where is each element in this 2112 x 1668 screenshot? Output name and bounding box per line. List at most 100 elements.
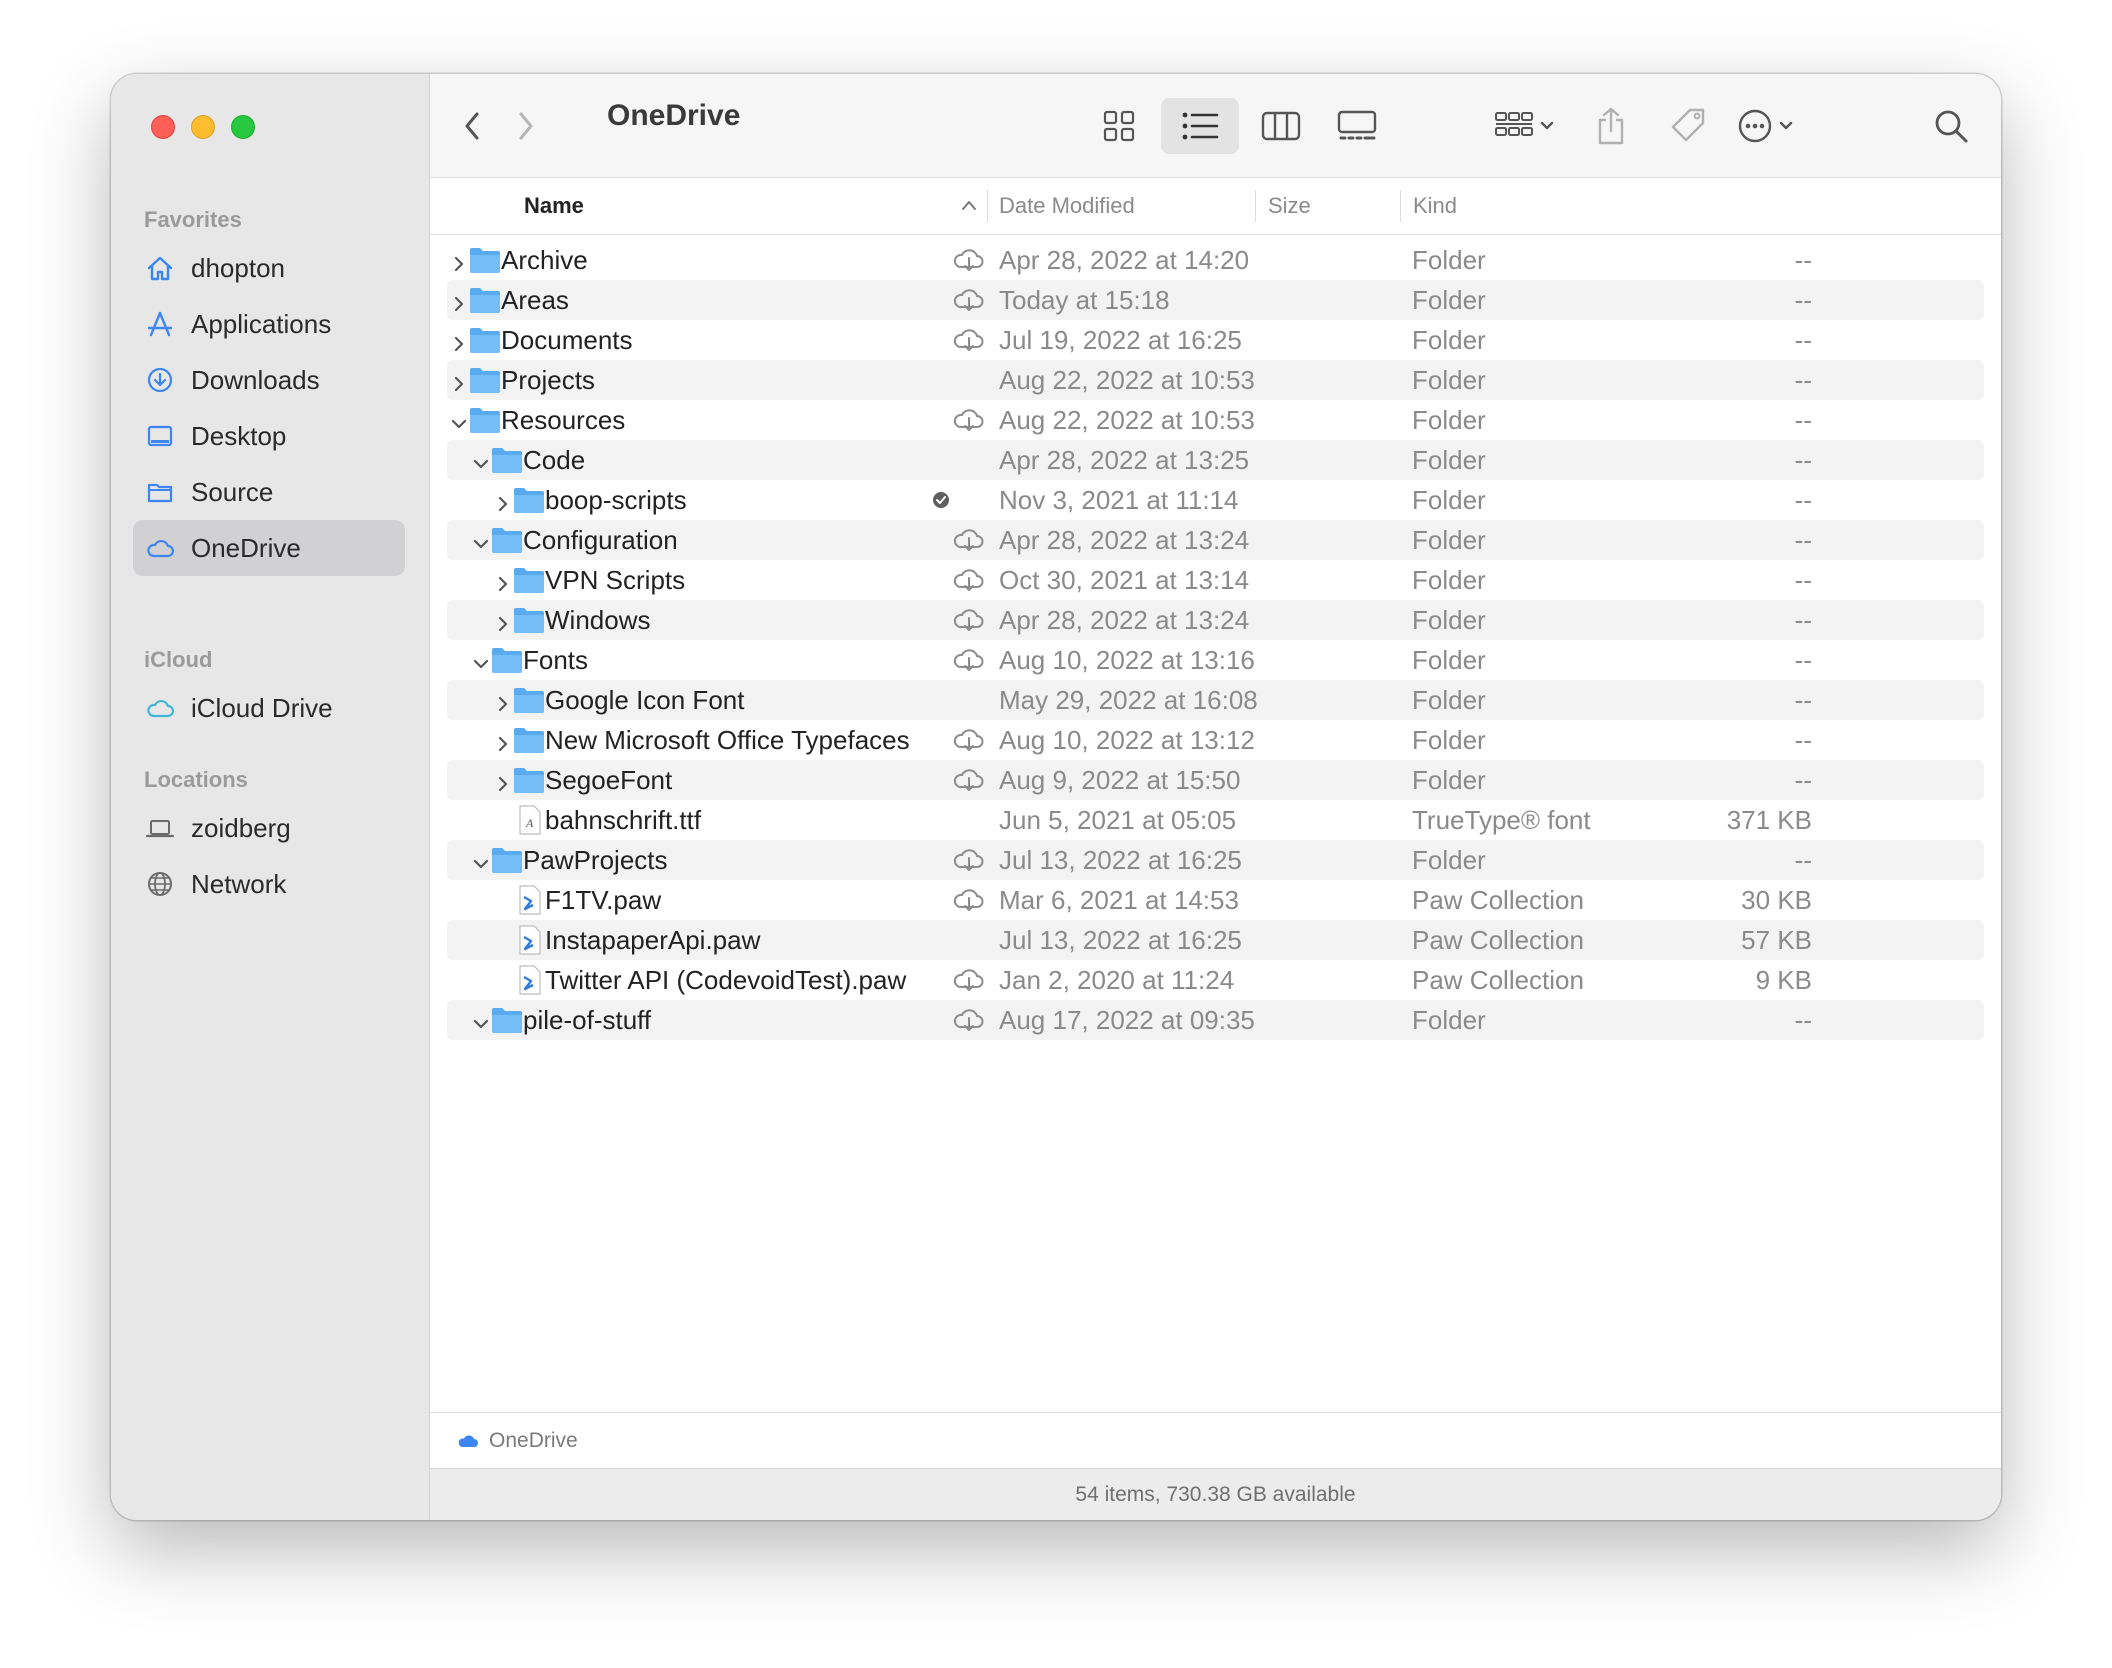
cloud-download-icon[interactable] xyxy=(952,647,986,673)
folder-icon xyxy=(513,565,545,595)
cloud-download-icon[interactable] xyxy=(952,327,986,353)
cloud-download-icon[interactable] xyxy=(952,1047,986,1048)
cloud-download-icon[interactable] xyxy=(952,407,986,433)
file-name: Projects xyxy=(501,365,595,395)
disclosure-closed-icon[interactable] xyxy=(449,370,469,392)
forward-button[interactable] xyxy=(510,106,540,146)
sidebar-item-icloud-drive[interactable]: iCloud Drive xyxy=(133,680,405,736)
folder-row[interactable]: VPN Scripts Oct 30, 2021 at 13:14 -- Folder xyxy=(447,560,1984,600)
cloud-download-icon[interactable] xyxy=(952,727,986,753)
cloud-download-icon[interactable] xyxy=(952,1007,986,1033)
file-kind: Paw Collection xyxy=(1412,965,1584,995)
column-separator[interactable] xyxy=(987,190,988,222)
sidebar-item-network[interactable]: Network xyxy=(133,856,405,912)
file-row[interactable]: InstapaperApi.paw Jul 13, 2022 at 16:25 57… xyxy=(447,920,1984,960)
list-view-icon xyxy=(1182,112,1219,140)
folder-row[interactable]: Google Icon Font May 29, 2022 at 16:08 -- F… xyxy=(447,680,1984,720)
folder-row[interactable]: Projects Aug 22, 2022 at 10:53 -- Folder xyxy=(447,360,1984,400)
more-actions-button[interactable] xyxy=(1730,102,1804,150)
gallery-view-icon xyxy=(1337,110,1377,140)
icon-view-button[interactable] xyxy=(1091,102,1147,150)
column-view-button[interactable] xyxy=(1253,102,1309,150)
file-row[interactable]: Abahnschrift.ttf Jun 5, 2021 at 05:05 371 … xyxy=(447,800,1984,840)
cloud-download-icon[interactable] xyxy=(952,527,986,553)
folder-row[interactable]: PawProjects Jul 13, 2022 at 16:25 -- Folder xyxy=(447,840,1984,880)
sidebar-item-desktop[interactable]: Desktop xyxy=(133,408,405,464)
tags-button[interactable] xyxy=(1664,100,1712,152)
cloud-download-icon[interactable] xyxy=(952,247,986,273)
date-modified: Aug 17, 2022 at 09:35 xyxy=(999,1005,1255,1035)
folder-row[interactable]: pile-of-stuff Aug 17, 2022 at 09:35 -- Fold… xyxy=(447,1000,1984,1040)
sidebar-item-label: Desktop xyxy=(191,420,287,451)
zoom-window-button[interactable] xyxy=(231,115,255,139)
date-modified: Apr 28, 2022 at 13:25 xyxy=(999,445,1250,475)
disclosure-open-icon[interactable] xyxy=(471,450,491,470)
column-separator[interactable] xyxy=(1255,190,1256,222)
search-button[interactable] xyxy=(1929,104,1973,148)
folder-row[interactable]: Areas Today at 15:18 -- Folder xyxy=(447,280,1984,320)
folder-row[interactable]: Archive Apr 28, 2022 at 14:20 -- Folder xyxy=(447,240,1984,280)
folder-icon xyxy=(469,285,501,315)
disclosure-closed-icon[interactable] xyxy=(449,290,469,312)
folder-row[interactable]: Fonts Aug 10, 2022 at 13:16 -- Folder xyxy=(447,640,1984,680)
folder-row[interactable]: Resources Aug 22, 2022 at 10:53 -- Folder xyxy=(447,400,1984,440)
window-title: OneDrive xyxy=(607,99,741,132)
disclosure-open-icon[interactable] xyxy=(471,530,491,550)
cloud-download-icon[interactable] xyxy=(952,887,986,913)
disclosure-closed-icon[interactable] xyxy=(493,770,513,792)
folder-row[interactable]: Documents Jul 19, 2022 at 16:25 -- Folder xyxy=(447,320,1984,360)
folder-row[interactable]: Windows Apr 28, 2022 at 13:24 -- Folder xyxy=(447,600,1984,640)
disclosure-closed-icon[interactable] xyxy=(449,250,469,272)
cloud-download-icon[interactable] xyxy=(952,567,986,593)
disclosure-closed-icon[interactable] xyxy=(493,690,513,712)
disclosure-open-icon[interactable] xyxy=(449,410,469,430)
disclosure-closed-icon[interactable] xyxy=(449,330,469,352)
file-size: -- xyxy=(1794,525,1812,555)
cloud-download-icon[interactable] xyxy=(952,607,986,633)
column-header-size[interactable]: Size xyxy=(1268,178,1311,234)
file-row[interactable]: Twitter API (CodevoidTest).paw Jan 2, 202… xyxy=(447,960,1984,1000)
file-row[interactable]: Danger Zone Seattle Stolen Plane.mp4Aug … xyxy=(447,1040,1984,1048)
folder-row[interactable]: Code Apr 28, 2022 at 13:25 -- Folder xyxy=(447,440,1984,480)
folder-row[interactable]: boop-scripts Nov 3, 2021 at 11:14 -- Folder xyxy=(447,480,1984,520)
disclosure-open-icon[interactable] xyxy=(471,650,491,670)
share-button[interactable] xyxy=(1590,100,1632,152)
list-view-button[interactable] xyxy=(1161,98,1239,154)
sidebar-item-source[interactable]: Source xyxy=(133,464,405,520)
cloud-download-icon[interactable] xyxy=(952,767,986,793)
disclosure-closed-icon[interactable] xyxy=(493,570,513,592)
minimize-window-button[interactable] xyxy=(191,115,215,139)
gallery-view-button[interactable] xyxy=(1327,102,1387,150)
folder-row[interactable]: New Microsoft Office Typefaces Aug 10, 20… xyxy=(447,720,1984,760)
disclosure-closed-icon[interactable] xyxy=(493,730,513,752)
folder-row[interactable]: Configuration Apr 28, 2022 at 13:24 -- Fold… xyxy=(447,520,1984,560)
sidebar-item-applications[interactable]: Applications xyxy=(133,296,405,352)
column-separator[interactable] xyxy=(1400,190,1401,222)
file-row[interactable]: F1TV.paw Mar 6, 2021 at 14:53 30 KB Paw Col… xyxy=(447,880,1984,920)
sidebar-item-downloads[interactable]: Downloads xyxy=(133,352,405,408)
folder-row[interactable]: SegoeFont Aug 9, 2022 at 15:50 -- Folder xyxy=(447,760,1984,800)
disclosure-closed-icon[interactable] xyxy=(493,610,513,632)
close-window-button[interactable] xyxy=(151,115,175,139)
column-header-date[interactable]: Date Modified xyxy=(999,178,1135,234)
sidebar-item-onedrive[interactable]: OneDrive xyxy=(133,520,405,576)
back-button[interactable] xyxy=(458,106,488,146)
cloud-download-icon[interactable] xyxy=(952,287,986,313)
disclosure-open-icon[interactable] xyxy=(471,850,491,870)
column-header-name[interactable]: Name xyxy=(524,178,584,234)
disclosure-closed-icon[interactable] xyxy=(493,490,513,512)
group-by-button[interactable] xyxy=(1486,102,1564,150)
file-size: -- xyxy=(1794,405,1812,435)
disclosure-open-icon[interactable] xyxy=(471,1010,491,1030)
paw-icon xyxy=(513,965,545,995)
sidebar-item-zoidberg[interactable]: zoidberg xyxy=(133,800,405,856)
file-size: -- xyxy=(1794,245,1812,275)
cloud-download-icon[interactable] xyxy=(952,847,986,873)
cloud-icon xyxy=(458,1435,478,1447)
grid-view-icon xyxy=(1103,110,1135,142)
sidebar-item-dhopton[interactable]: dhopton xyxy=(133,240,405,296)
column-header-kind[interactable]: Kind xyxy=(1413,178,1457,234)
path-bar-item[interactable]: OneDrive xyxy=(489,1413,578,1469)
synced-check-icon xyxy=(924,487,958,513)
cloud-download-icon[interactable] xyxy=(952,967,986,993)
